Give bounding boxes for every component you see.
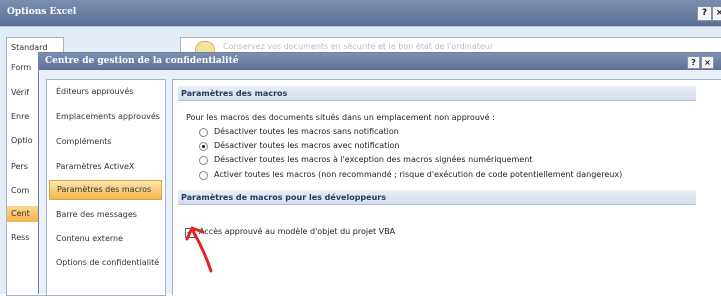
radio-button[interactable]: [199, 128, 208, 137]
radio-label: Désactiver toutes les macros sans notifi…: [214, 127, 399, 136]
macro-intro-text: Pour les macros des documents situés dan…: [186, 113, 495, 122]
trust-center-nav: Éditeurs approuvés Emplacements approuvé…: [46, 79, 166, 296]
nav-item-contenu-externe[interactable]: Contenu externe: [49, 229, 162, 249]
nav-item-emplacements[interactable]: Emplacements approuvés: [49, 107, 162, 127]
trust-center-dialog: Centre de gestion de la confidentialité …: [38, 52, 721, 296]
developer-settings-header: Paramètres de macros pour les développeu…: [178, 190, 696, 205]
macro-settings-panel: Paramètres des macros Pour les macros de…: [172, 79, 721, 295]
outer-content-text: Conservez vos documents en sécurité et l…: [223, 42, 494, 51]
nav-item-macros[interactable]: Paramètres des macros: [49, 180, 162, 200]
radio-label: Désactiver toutes les macros à l'excepti…: [214, 155, 533, 164]
macro-settings-header: Paramètres des macros: [178, 86, 696, 101]
inner-help-button[interactable]: ?: [687, 56, 700, 69]
nav-item-barre-messages[interactable]: Barre des messages: [49, 205, 162, 225]
outer-titlebar: Options Excel ? ×: [0, 0, 721, 26]
radio-button-selected[interactable]: [199, 142, 208, 151]
red-arrow-annotation: [185, 226, 213, 273]
radio-label: Activer toutes les macros (non recommand…: [214, 170, 623, 179]
radio-button[interactable]: [199, 156, 208, 165]
outer-close-button[interactable]: ×: [712, 6, 721, 21]
inner-titlebar: Centre de gestion de la confidentialité …: [39, 53, 721, 70]
vba-access-label: Accès approuvé au modèle d'objet du proj…: [199, 227, 396, 236]
radio-label: Désactiver toutes les macros avec notifi…: [214, 141, 400, 150]
nav-item-activex[interactable]: Paramètres ActiveX: [49, 157, 162, 177]
inner-window-title: Centre de gestion de la confidentialité: [45, 56, 239, 66]
nav-item-confidentialite[interactable]: Options de confidentialité: [49, 253, 162, 273]
nav-item-complements[interactable]: Compléments: [49, 132, 162, 152]
inner-close-button[interactable]: ×: [701, 56, 714, 69]
radio-button[interactable]: [199, 171, 208, 180]
outer-window-title: Options Excel: [7, 7, 77, 17]
excel-options-window: Options Excel ? × Standard Form Vérif En…: [0, 0, 721, 296]
outer-help-button[interactable]: ?: [697, 6, 712, 21]
nav-item-editeurs[interactable]: Éditeurs approuvés: [49, 82, 162, 102]
